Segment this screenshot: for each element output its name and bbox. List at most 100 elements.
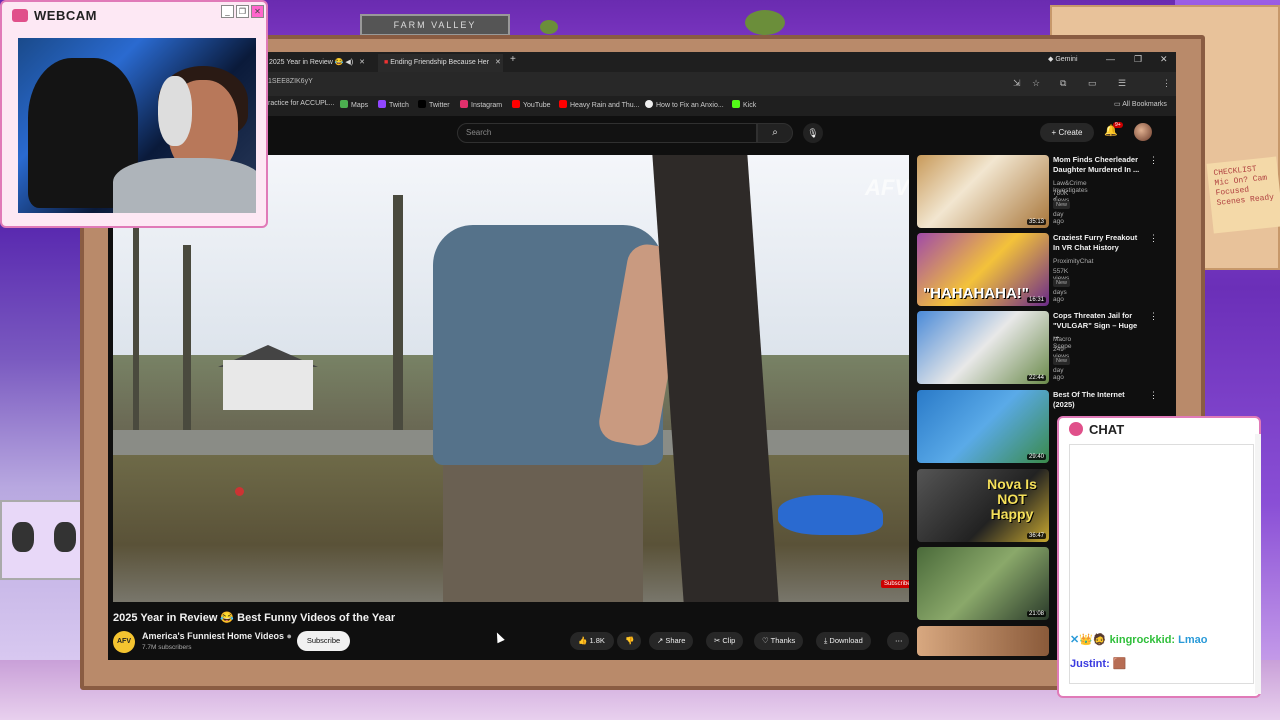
voice-search-button[interactable]: 🎙 <box>803 123 823 143</box>
verified-icon: ● <box>286 631 292 641</box>
rec-title[interactable]: Mom Finds Cheerleader Daughter Murdered … <box>1053 155 1145 175</box>
maximize-icon[interactable]: ❐ <box>1134 54 1142 65</box>
duration-badge: 29:40 <box>1026 454 1046 460</box>
video-frame-tarp <box>778 495 883 535</box>
kick-icon <box>732 100 740 108</box>
new-badge: New <box>1053 357 1071 365</box>
bookmark-anxiety[interactable]: How to Fix an Anxio... <box>645 100 724 109</box>
duration-badge: 21:08 <box>1026 611 1046 617</box>
duration-badge: 35:13 <box>1026 219 1046 225</box>
close-window-icon[interactable]: ✕ <box>1160 54 1168 65</box>
more-icon[interactable]: ⋮ <box>1149 390 1158 401</box>
avatar[interactable] <box>1134 123 1152 141</box>
video-frame-house <box>223 360 313 410</box>
maximize-icon[interactable]: ❐ <box>236 5 249 18</box>
bookmark-maps[interactable]: Maps <box>340 100 368 109</box>
star-icon[interactable]: ☆ <box>1032 78 1040 89</box>
rec-thumbnail[interactable]: 21:08 <box>917 547 1049 620</box>
more-icon[interactable]: ⋮ <box>1149 155 1158 166</box>
subscriber-count: 7.7M subscribers <box>142 644 192 651</box>
rec-channel[interactable]: ProximityChat <box>1053 258 1093 265</box>
instagram-icon <box>460 100 468 108</box>
youtube-icon <box>559 100 567 108</box>
minimize-icon[interactable]: _ <box>221 5 234 18</box>
x-icon <box>418 100 426 108</box>
menu-icon[interactable]: ☰ <box>1118 78 1126 89</box>
more-icon[interactable]: ⋮ <box>1149 233 1158 244</box>
rec-thumbnail[interactable] <box>917 626 1049 656</box>
minimize-icon[interactable]: — <box>1106 54 1115 64</box>
notification-badge: 9+ <box>1113 122 1123 128</box>
chat-scrollbar[interactable] <box>1255 434 1261 694</box>
share-button[interactable]: ↗ Share <box>649 632 694 650</box>
rec-thumbnail[interactable]: "HAHAHAHA!" 16:31 <box>917 233 1049 306</box>
thumb-caption: "HAHAHAHA!" <box>923 285 1029 302</box>
new-tab-icon[interactable]: + <box>510 54 516 65</box>
video-frame-tree <box>393 195 403 445</box>
duration-badge: 16:31 <box>1026 297 1046 303</box>
speaker-decor <box>0 500 90 580</box>
webcam-title: WEBCAM <box>12 8 97 28</box>
close-tab-icon[interactable]: ✕ <box>495 59 501 66</box>
more-icon[interactable]: ⋮ <box>1149 311 1158 322</box>
duration-badge: 22:44 <box>1026 375 1046 381</box>
close-icon[interactable]: ✕ <box>251 5 264 18</box>
chat-window: CHAT ✕👑🧔 kingrockkid: Lmao Justint: 🟫 <box>1057 416 1261 698</box>
new-badge: New <box>1053 201 1071 209</box>
install-icon[interactable]: ⇲ <box>1013 78 1021 89</box>
sidepanel-icon[interactable]: ▭ <box>1088 78 1097 89</box>
rec-title[interactable]: Craziest Furry Freakout In VR Chat Histo… <box>1053 233 1145 253</box>
subscribe-watermark[interactable]: Subscribe <box>881 580 909 588</box>
download-button[interactable]: ⤓ Download <box>816 632 871 650</box>
bookmark-heavy-rain[interactable]: Heavy Rain and Thu... <box>559 100 640 109</box>
clip-button[interactable]: ✂ Clip <box>706 632 744 650</box>
bookmark-youtube[interactable]: YouTube <box>512 100 551 109</box>
frog-decor <box>745 10 785 35</box>
subscribe-button[interactable]: Subscribe <box>297 631 350 651</box>
tv-label: FARM VALLEY <box>360 14 510 36</box>
video-frame-tree <box>183 245 191 445</box>
tab-ending-friendship[interactable]: ■ Ending Friendship Because Her ✕ <box>378 54 503 72</box>
rec-thumbnail[interactable]: 35:13 <box>917 155 1049 228</box>
dislike-button[interactable]: 👎 <box>617 632 641 650</box>
bookmark-twitter[interactable]: Twitter <box>418 100 450 109</box>
search-icon: ⌕ <box>772 127 778 138</box>
more-actions-button[interactable]: ⋯ <box>887 632 909 650</box>
search-button[interactable]: ⌕ <box>757 123 793 143</box>
extensions-icon[interactable]: ⧉ <box>1060 78 1066 89</box>
rec-thumbnail[interactable]: 29:40 <box>917 390 1049 463</box>
close-tab-icon[interactable]: ✕ <box>359 59 365 66</box>
afv-watermark: AFV <box>865 175 909 200</box>
chat-icon <box>1069 422 1083 436</box>
chat-message: Justint: 🟫 <box>1070 658 1127 670</box>
create-button[interactable]: + Create <box>1040 123 1094 142</box>
chat-message: ✕👑🧔 kingrockkid: Lmao <box>1070 634 1208 646</box>
thumb-caption: Nova Is NOT Happy <box>987 476 1037 522</box>
more-icon: ⋯ <box>895 636 903 645</box>
rec-thumbnail[interactable]: 22:44 <box>917 311 1049 384</box>
chat-title: CHAT <box>1069 422 1124 437</box>
bookmark-accuplacer[interactable]: ractice for ACCUPL... <box>268 100 335 107</box>
bookmark-kick[interactable]: Kick <box>732 100 756 109</box>
search-input[interactable]: Search <box>457 123 757 143</box>
bookmark-instagram[interactable]: Instagram <box>460 100 502 109</box>
channel-avatar[interactable]: AFV <box>113 631 135 653</box>
tab-active[interactable]: 2025 Year in Review 😂 ◀) ✕ <box>263 54 371 72</box>
camera-icon <box>12 9 28 22</box>
rec-thumbnail[interactable]: Nova Is NOT Happy 36:47 <box>917 469 1049 542</box>
folder-icon: ▭ <box>1114 101 1123 108</box>
video-frame-ball <box>235 487 244 496</box>
url-text[interactable]: 1SEE8ZIK6yY <box>268 78 313 85</box>
like-button[interactable]: 👍 1.8K <box>570 632 614 650</box>
more-icon[interactable]: ⋮ <box>1162 78 1171 89</box>
thumbs-up-icon: 👍 <box>578 636 590 645</box>
gemini-button[interactable]: ◆ Gemini <box>1048 55 1078 63</box>
chat-messages: ✕👑🧔 kingrockkid: Lmao Justint: 🟫 <box>1069 444 1254 684</box>
all-bookmarks[interactable]: ▭ All Bookmarks <box>1114 100 1167 108</box>
bookmark-twitch[interactable]: Twitch <box>378 100 409 109</box>
rec-title[interactable]: Best Of The Internet (2025) <box>1053 390 1145 410</box>
thanks-button[interactable]: ♡ Thanks <box>754 632 804 650</box>
youtube-icon <box>512 100 520 108</box>
channel-name[interactable]: America's Funniest Home Videos ● <box>142 631 292 641</box>
duration-badge: 36:47 <box>1026 533 1046 539</box>
